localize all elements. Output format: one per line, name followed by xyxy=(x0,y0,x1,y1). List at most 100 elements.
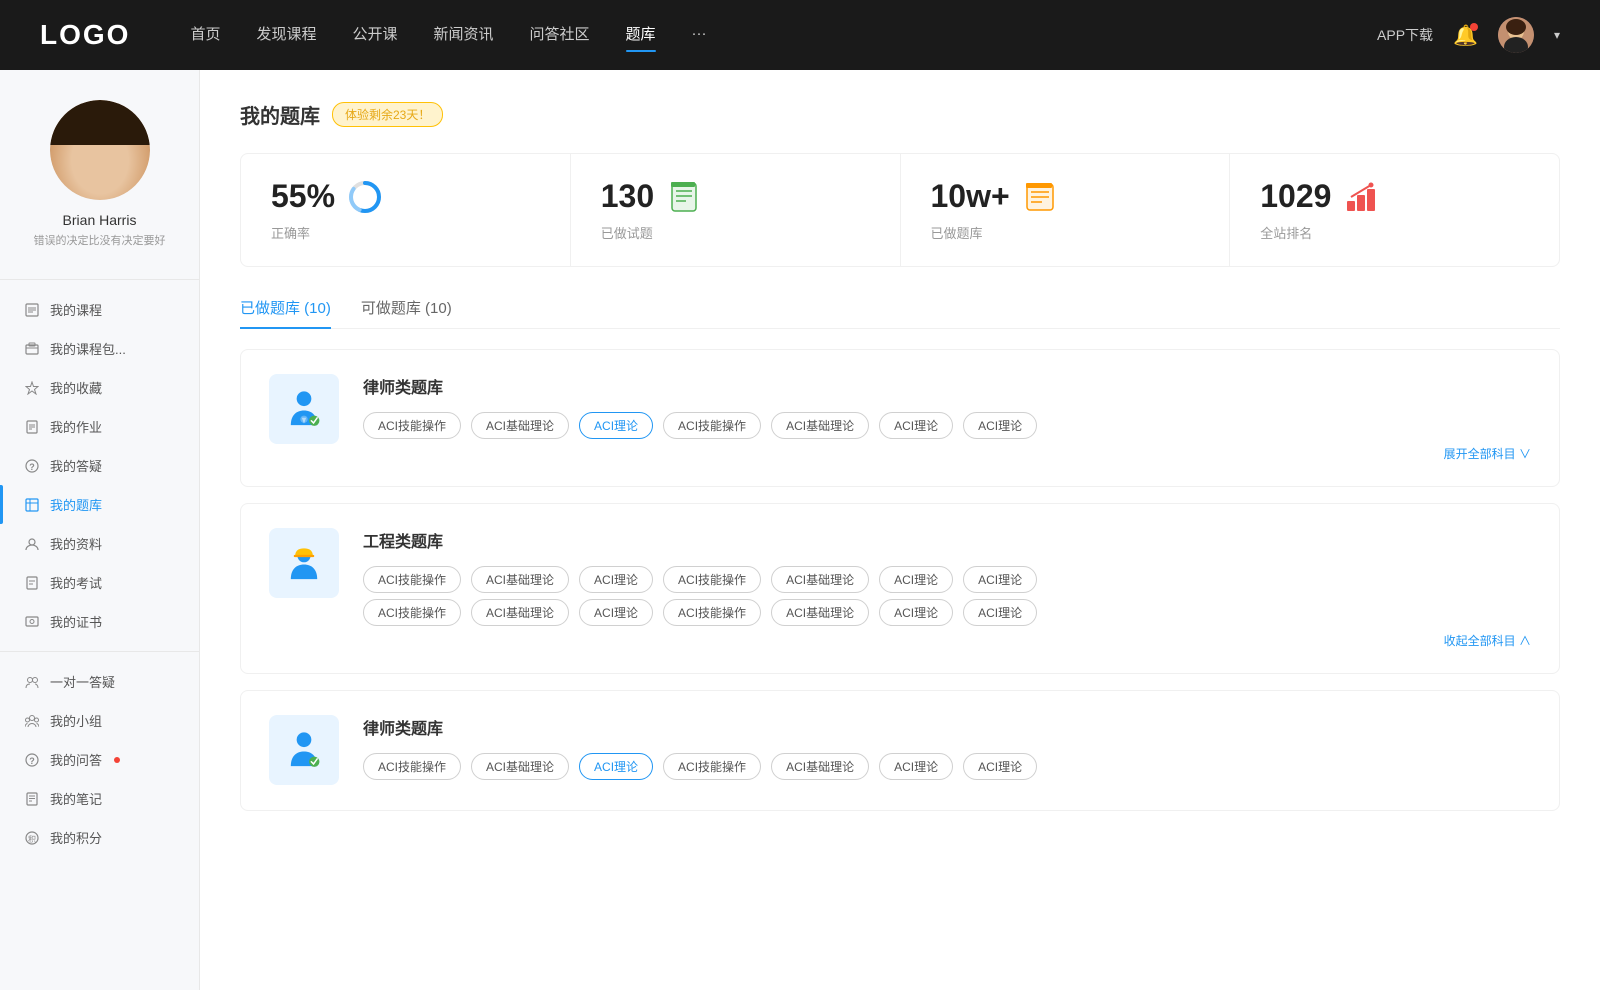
user-menu-chevron[interactable]: ▾ xyxy=(1554,28,1560,42)
notification-bell[interactable]: 🔔 xyxy=(1453,23,1478,48)
tag-l2-3[interactable]: ACI理论 xyxy=(579,753,653,780)
question-icon: ? xyxy=(24,458,40,474)
tab-done[interactable]: 已做题库 (10) xyxy=(240,297,331,328)
bank-tags-lawyer-1: ACI技能操作 ACI基础理论 ACI理论 ACI技能操作 ACI基础理论 AC… xyxy=(363,412,1531,439)
stat-rank: 1029 全站排名 xyxy=(1230,154,1559,266)
certificate-icon xyxy=(24,614,40,630)
sidebar-divider-1 xyxy=(0,279,199,280)
tag-e-2-4[interactable]: ACI技能操作 xyxy=(663,599,761,626)
rank-label: 全站排名 xyxy=(1260,223,1529,242)
nav-link-open[interactable]: 公开课 xyxy=(352,23,397,48)
rank-icon xyxy=(1343,179,1379,215)
tag-l2-2[interactable]: ACI基础理论 xyxy=(471,753,569,780)
sidebar-item-certificate[interactable]: 我的证书 xyxy=(0,602,199,641)
tag-l1-7[interactable]: ACI理论 xyxy=(963,412,1037,439)
sidebar-item-points[interactable]: 积 我的积分 xyxy=(0,818,199,857)
tag-l2-4[interactable]: ACI技能操作 xyxy=(663,753,761,780)
sidebar-item-profile[interactable]: 我的资料 xyxy=(0,524,199,563)
nav-link-discover[interactable]: 发现课程 xyxy=(256,23,316,48)
expand-lawyer-1[interactable]: 展开全部科目 ∨ xyxy=(363,445,1531,462)
stats-row: 55% 正确率 130 xyxy=(240,153,1560,267)
tag-l2-6[interactable]: ACI理论 xyxy=(879,753,953,780)
tag-e-1-1[interactable]: ACI技能操作 xyxy=(363,566,461,593)
group-icon xyxy=(24,713,40,729)
sidebar-item-favorites[interactable]: 我的收藏 xyxy=(0,368,199,407)
nav-link-more[interactable]: ··· xyxy=(692,25,707,46)
sidebar-item-notes[interactable]: 我的笔记 xyxy=(0,779,199,818)
rank-value: 1029 xyxy=(1260,178,1331,215)
questions-icon xyxy=(666,179,702,215)
tag-e-1-5[interactable]: ACI基础理论 xyxy=(771,566,869,593)
sidebar-item-course-packages[interactable]: 我的课程包... xyxy=(0,329,199,368)
sidebar-label-homework: 我的作业 xyxy=(50,417,102,436)
tag-e-2-1[interactable]: ACI技能操作 xyxy=(363,599,461,626)
sidebar-item-exam[interactable]: 我的考试 xyxy=(0,563,199,602)
tag-e-1-7[interactable]: ACI理论 xyxy=(963,566,1037,593)
tag-l1-4[interactable]: ACI技能操作 xyxy=(663,412,761,439)
bank-icon xyxy=(24,497,40,513)
bank-icon-engineer xyxy=(269,528,339,598)
tag-l2-1[interactable]: ACI技能操作 xyxy=(363,753,461,780)
bank-tags-engineer-row1: ACI技能操作 ACI基础理论 ACI理论 ACI技能操作 ACI基础理论 AC… xyxy=(363,566,1531,593)
accuracy-icon xyxy=(347,179,383,215)
tag-e-2-2[interactable]: ACI基础理论 xyxy=(471,599,569,626)
course-packages-icon xyxy=(24,341,40,357)
user-motto: 错误的决定比没有决定要好 xyxy=(34,234,166,249)
tag-l2-5[interactable]: ACI基础理论 xyxy=(771,753,869,780)
tag-l1-1[interactable]: ACI技能操作 xyxy=(363,412,461,439)
page-title: 我的题库 xyxy=(240,100,320,129)
tag-e-2-3[interactable]: ACI理论 xyxy=(579,599,653,626)
nav-link-home[interactable]: 首页 xyxy=(190,23,220,48)
svg-text:积: 积 xyxy=(28,834,36,844)
tag-l1-5[interactable]: ACI基础理论 xyxy=(771,412,869,439)
stat-banks-done: 10w+ 已做题库 xyxy=(901,154,1231,266)
bank-tags-lawyer-2: ACI技能操作 ACI基础理论 ACI理论 ACI技能操作 ACI基础理论 AC… xyxy=(363,753,1531,780)
tag-l1-3[interactable]: ACI理论 xyxy=(579,412,653,439)
tag-e-1-2[interactable]: ACI基础理论 xyxy=(471,566,569,593)
bank-icon-lawyer-2 xyxy=(269,715,339,785)
stat-questions-done: 130 已做试题 xyxy=(571,154,901,266)
nav-link-bank[interactable]: 题库 xyxy=(626,23,656,48)
tab-available[interactable]: 可做题库 (10) xyxy=(361,297,452,328)
sidebar-item-homework[interactable]: 我的作业 xyxy=(0,407,199,446)
qa-notification-dot xyxy=(114,757,120,763)
stat-top-banks: 10w+ xyxy=(931,178,1200,215)
bank-tags-engineer-row2: ACI技能操作 ACI基础理论 ACI理论 ACI技能操作 ACI基础理论 AC… xyxy=(363,599,1531,626)
profile-avatar xyxy=(50,100,150,200)
expand-engineer[interactable]: 收起全部科目 ∧ xyxy=(363,632,1531,649)
nav-link-qa[interactable]: 问答社区 xyxy=(530,23,590,48)
banks-label: 已做题库 xyxy=(931,223,1200,242)
bank-content-lawyer-2: 律师类题库 ACI技能操作 ACI基础理论 ACI理论 ACI技能操作 ACI基… xyxy=(363,715,1531,786)
sidebar-item-my-qa[interactable]: ? 我的问答 xyxy=(0,740,199,779)
bank-card-engineer: 工程类题库 ACI技能操作 ACI基础理论 ACI理论 ACI技能操作 ACI基… xyxy=(240,503,1560,674)
tag-e-1-4[interactable]: ACI技能操作 xyxy=(663,566,761,593)
avatar[interactable] xyxy=(1498,17,1534,53)
exam-icon xyxy=(24,575,40,591)
sidebar-menu: 我的课程 我的课程包... 我的收藏 xyxy=(0,290,199,877)
sidebar-divider-2 xyxy=(0,651,199,652)
tag-e-2-6[interactable]: ACI理论 xyxy=(879,599,953,626)
sidebar-item-my-courses[interactable]: 我的课程 xyxy=(0,290,199,329)
nav-link-news[interactable]: 新闻资讯 xyxy=(434,23,494,48)
nav-right: APP下载 🔔 ▾ xyxy=(1377,17,1560,53)
bank-card-lawyer-1: 律师类题库 ACI技能操作 ACI基础理论 ACI理论 ACI技能操作 ACI基… xyxy=(240,349,1560,487)
sidebar-label-packages: 我的课程包... xyxy=(50,339,126,358)
bank-name-engineer: 工程类题库 xyxy=(363,528,1531,552)
sidebar-label-tutoring: 一对一答疑 xyxy=(50,672,115,691)
sidebar-item-group[interactable]: 我的小组 xyxy=(0,701,199,740)
tag-e-1-6[interactable]: ACI理论 xyxy=(879,566,953,593)
tag-e-1-3[interactable]: ACI理论 xyxy=(579,566,653,593)
sidebar-item-question-bank[interactable]: 我的题库 xyxy=(0,485,199,524)
tag-l1-2[interactable]: ACI基础理论 xyxy=(471,412,569,439)
sidebar-label-exam: 我的考试 xyxy=(50,573,102,592)
tag-e-2-5[interactable]: ACI基础理论 xyxy=(771,599,869,626)
tag-e-2-7[interactable]: ACI理论 xyxy=(963,599,1037,626)
sidebar-label-certificate: 我的证书 xyxy=(50,612,102,631)
app-download-button[interactable]: APP下载 xyxy=(1377,25,1433,45)
stat-top-questions: 130 xyxy=(601,178,870,215)
tag-l1-6[interactable]: ACI理论 xyxy=(879,412,953,439)
sidebar-item-tutoring[interactable]: 一对一答疑 xyxy=(0,662,199,701)
sidebar-label-profile: 我的资料 xyxy=(50,534,102,553)
tag-l2-7[interactable]: ACI理论 xyxy=(963,753,1037,780)
sidebar-item-questions[interactable]: ? 我的答疑 xyxy=(0,446,199,485)
